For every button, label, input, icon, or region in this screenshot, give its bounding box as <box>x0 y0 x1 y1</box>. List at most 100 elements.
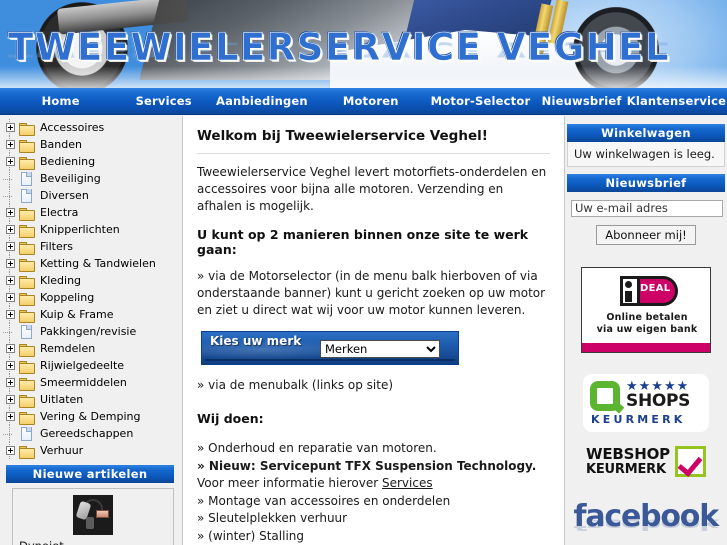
expand-icon[interactable] <box>6 208 15 217</box>
expand-icon[interactable] <box>6 140 15 149</box>
checkmark-icon <box>675 445 706 477</box>
expand-icon[interactable] <box>6 123 15 132</box>
tree-item-label: Smeermiddelen <box>40 376 127 389</box>
tree-item-beveiliging[interactable]: Beveiliging <box>3 170 182 187</box>
tree-item-verhuur[interactable]: Verhuur <box>6 442 182 459</box>
expand-icon[interactable] <box>6 242 15 251</box>
nav-item-aanbiedingen[interactable]: Aanbiedingen <box>206 88 318 114</box>
ideal-payment-badge[interactable]: DEAL Online betalen via uw eigen bank <box>581 266 711 353</box>
brand-selector-label: Kies uw merk <box>210 334 302 348</box>
brand-select[interactable]: Merken <box>320 340 440 358</box>
nav-item-services[interactable]: Services <box>121 88 206 114</box>
folder-icon <box>19 156 35 170</box>
expand-icon[interactable] <box>6 344 15 353</box>
intro-paragraph: Tweewielerservice Veghel levert motorfie… <box>197 165 547 213</box>
qshops-name: SHOPS <box>626 390 691 411</box>
site-title: TWEEWIELERSERVICE VEGHEL <box>8 26 671 70</box>
page-title: Welkom bij Tweewielerservice Veghel! <box>197 128 488 144</box>
new-items-panel: Dynojet Powercommander V Honda XL 1000 V <box>12 488 174 545</box>
expand-icon[interactable] <box>6 225 15 234</box>
webshop-line2: KEURMERK <box>586 461 666 477</box>
tree-item-label: Diversen <box>40 189 89 202</box>
document-icon <box>19 189 34 203</box>
expand-icon[interactable] <box>6 412 15 421</box>
tree-item-label: Filters <box>40 240 73 253</box>
brand-selector-banner: Kies uw merk Merken <box>201 331 459 365</box>
ideal-line1: Online betalen <box>606 311 688 323</box>
tree-item-kleding[interactable]: Kleding <box>6 272 182 289</box>
ideal-deal-text: DEAL <box>640 282 671 294</box>
tree-item-bediening[interactable]: Bediening <box>6 153 182 170</box>
folder-icon <box>19 309 35 323</box>
folder-icon <box>19 122 35 136</box>
tree-item-electra[interactable]: Electra <box>6 204 182 221</box>
tree-item-label: Electra <box>40 206 79 219</box>
tree-item-koppeling[interactable]: Koppeling <box>6 289 182 306</box>
expand-icon[interactable] <box>6 157 15 166</box>
nav-item-nieuwsbrief[interactable]: Nieuwsbrief <box>537 88 626 114</box>
tree-item-ketting-tandwielen[interactable]: Ketting & Tandwielen <box>6 255 182 272</box>
main-navigation: Home Services Aanbiedingen Motoren Motor… <box>0 88 727 115</box>
tree-item-label: Remdelen <box>40 342 96 355</box>
tree-item-knipperlichten[interactable]: Knipperlichten <box>6 221 182 238</box>
newsletter-form: Abonneer mij! <box>567 192 725 251</box>
tree-item-smeermiddelen[interactable]: Smeermiddelen <box>6 374 182 391</box>
tree-item-accessoires[interactable]: Accessoires <box>6 119 182 136</box>
tree-item-filters[interactable]: Filters <box>6 238 182 255</box>
expand-icon[interactable] <box>6 276 15 285</box>
folder-icon <box>19 445 35 459</box>
webshop-keurmerk-badge[interactable]: WEBSHOP KEURMERK <box>584 445 708 479</box>
nav-item-klantenservice[interactable]: Klantenservice <box>626 88 727 114</box>
tree-item-rijwielgedeelte[interactable]: Rijwielgedeelte <box>6 357 182 374</box>
expand-icon[interactable] <box>6 293 15 302</box>
expand-icon[interactable] <box>6 446 15 455</box>
product-link-line1[interactable]: Dynojet <box>19 539 167 545</box>
tree-item-gereedschappen[interactable]: Gereedschappen <box>3 425 182 442</box>
right-sidebar: Winkelwagen Uw winkelwagen is leeg. Nieu… <box>565 116 727 545</box>
tree-item-remdelen[interactable]: Remdelen <box>6 340 182 357</box>
product-thumbnail[interactable] <box>73 495 113 535</box>
tree-item-banden[interactable]: Banden <box>6 136 182 153</box>
expand-icon[interactable] <box>6 310 15 319</box>
expand-icon[interactable] <box>6 395 15 404</box>
newsletter-subscribe-button[interactable]: Abonneer mij! <box>596 224 696 245</box>
tree-item-label: Kuip & Frame <box>40 308 114 321</box>
category-tree: Accessoires Banden Bediening Beveiliging… <box>0 116 182 459</box>
page-root: TWEEWIELERSERVICE VEGHEL TWEEWIELERSERVI… <box>0 0 727 545</box>
tree-item-uitlaten[interactable]: Uitlaten <box>6 391 182 408</box>
folder-icon <box>19 139 35 153</box>
qshops-keurmerk-badge[interactable]: ★★★★★ SHOPS KEURMERK <box>584 374 708 431</box>
ideal-logo-icon: DEAL <box>620 275 678 306</box>
tree-item-vering-demping[interactable]: Vering & Demping <box>6 408 182 425</box>
services-list: » Onderhoud en reparatie van motoren. » … <box>197 440 550 545</box>
folder-icon <box>19 411 35 425</box>
tree-item-kuip-frame[interactable]: Kuip & Frame <box>6 306 182 323</box>
expand-icon[interactable] <box>6 361 15 370</box>
content-columns: Accessoires Banden Bediening Beveiliging… <box>0 116 727 545</box>
nav-item-motoren[interactable]: Motoren <box>318 88 424 114</box>
folder-icon <box>19 292 35 306</box>
methods-subheading: U kunt op 2 manieren binnen onze site te… <box>197 227 529 257</box>
facebook-badge[interactable]: facebook facebook <box>574 499 720 543</box>
newsletter-panel-title: Nieuwsbrief <box>567 174 725 192</box>
tree-item-pakkingen-revisie[interactable]: Pakkingen/revisie <box>3 323 182 340</box>
folder-icon <box>19 394 35 408</box>
qshops-sub: KEURMERK <box>591 412 686 426</box>
services-link[interactable]: Services <box>382 476 433 490</box>
document-icon <box>19 325 34 339</box>
expand-icon[interactable] <box>6 378 15 387</box>
document-icon <box>19 172 34 186</box>
folder-icon <box>19 360 35 374</box>
folder-icon <box>19 224 35 238</box>
expand-icon[interactable] <box>6 259 15 268</box>
tree-item-label: Rijwielgedeelte <box>40 359 125 372</box>
tree-item-label: Vering & Demping <box>40 410 141 423</box>
newsletter-email-input[interactable] <box>571 199 723 217</box>
nav-item-motor-selector[interactable]: Motor-Selector <box>424 88 538 114</box>
tree-item-label: Gereedschappen <box>40 427 134 440</box>
tree-item-label: Ketting & Tandwielen <box>40 257 156 270</box>
service-item-bold: » Nieuw: Servicepunt TFX Suspension Tech… <box>197 458 537 473</box>
folder-icon <box>19 207 35 221</box>
nav-item-home[interactable]: Home <box>0 88 121 114</box>
tree-item-diversen[interactable]: Diversen <box>3 187 182 204</box>
